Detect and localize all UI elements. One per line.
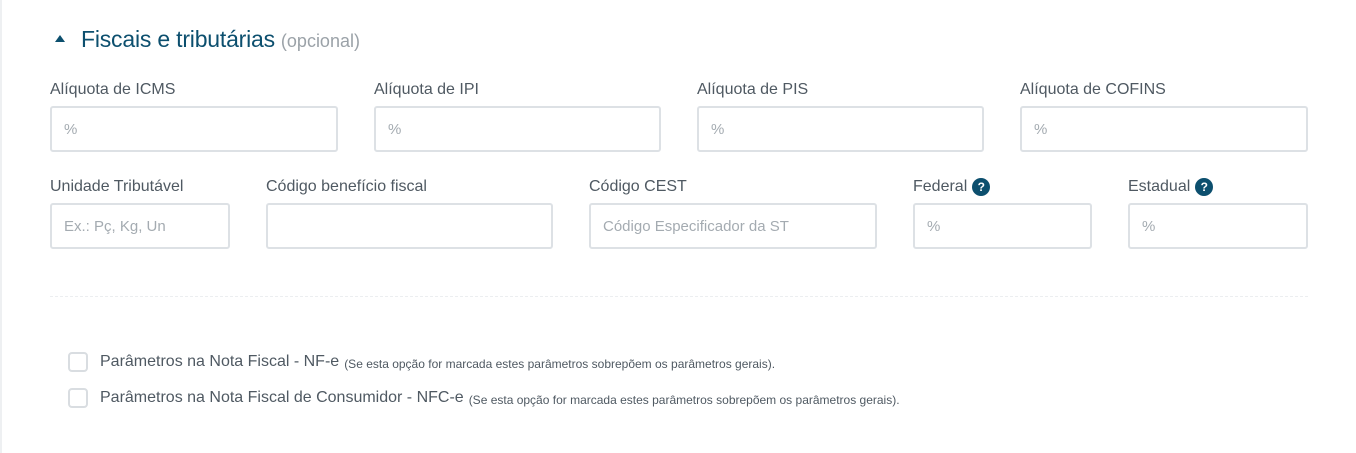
estadual-help-icon[interactable]: ?	[1195, 178, 1214, 196]
codigo-cest-input[interactable]	[589, 203, 877, 249]
section-optional-label: (opcional)	[280, 30, 360, 51]
aliquota-pis-label: Alíquota de PIS	[697, 81, 809, 98]
aliquota-icms-input[interactable]	[50, 106, 338, 152]
codigo-beneficio-fiscal-label: Código benefício fiscal	[266, 178, 427, 195]
aliquota-ipi-label: Alíquota de IPI	[374, 81, 479, 98]
checkbox-nfe-label[interactable]: Parâmetros na Nota Fiscal - NF-e	[100, 353, 339, 371]
unidade-tributavel-input[interactable]	[50, 203, 230, 249]
checkbox-row-nfe[interactable]: Parâmetros na Nota Fiscal - NF-e (Se est…	[68, 352, 775, 372]
federal-label-wrap: Federal ?	[913, 178, 991, 196]
aliquota-icms-label: Alíquota de ICMS	[50, 81, 176, 98]
section-divider	[50, 296, 1308, 297]
aliquota-ipi-input[interactable]	[374, 106, 661, 152]
aliquota-pis-input[interactable]	[697, 106, 984, 152]
estadual-label-wrap: Estadual ?	[1128, 178, 1214, 196]
estadual-input[interactable]	[1128, 203, 1308, 249]
aliquota-cofins-input[interactable]	[1020, 106, 1308, 152]
caret-up-icon[interactable]	[55, 35, 65, 42]
codigo-beneficio-fiscal-input[interactable]	[266, 203, 553, 249]
panel-left-border	[0, 0, 2, 453]
aliquota-cofins-label: Alíquota de COFINS	[1020, 81, 1166, 98]
checkbox-nfe-note: (Se esta opção for marcada estes parâmet…	[344, 356, 776, 371]
checkbox-nfe[interactable]	[68, 352, 88, 372]
federal-help-icon[interactable]: ?	[972, 178, 991, 196]
federal-input[interactable]	[913, 203, 1092, 249]
section-title: Fiscais e tributárias	[81, 25, 275, 52]
checkbox-nfce[interactable]	[68, 388, 88, 408]
federal-label: Federal	[913, 178, 968, 195]
section-header-fiscais[interactable]: Fiscais e tributárias (opcional)	[55, 22, 360, 56]
checkbox-nfce-label[interactable]: Parâmetros na Nota Fiscal de Consumidor …	[100, 389, 464, 407]
unidade-tributavel-label: Unidade Tributável	[50, 178, 184, 195]
estadual-label: Estadual	[1128, 178, 1191, 195]
checkbox-row-nfce[interactable]: Parâmetros na Nota Fiscal de Consumidor …	[68, 388, 900, 408]
codigo-cest-label: Código CEST	[589, 178, 687, 195]
checkbox-nfce-note: (Se esta opção for marcada estes parâmet…	[468, 392, 900, 407]
